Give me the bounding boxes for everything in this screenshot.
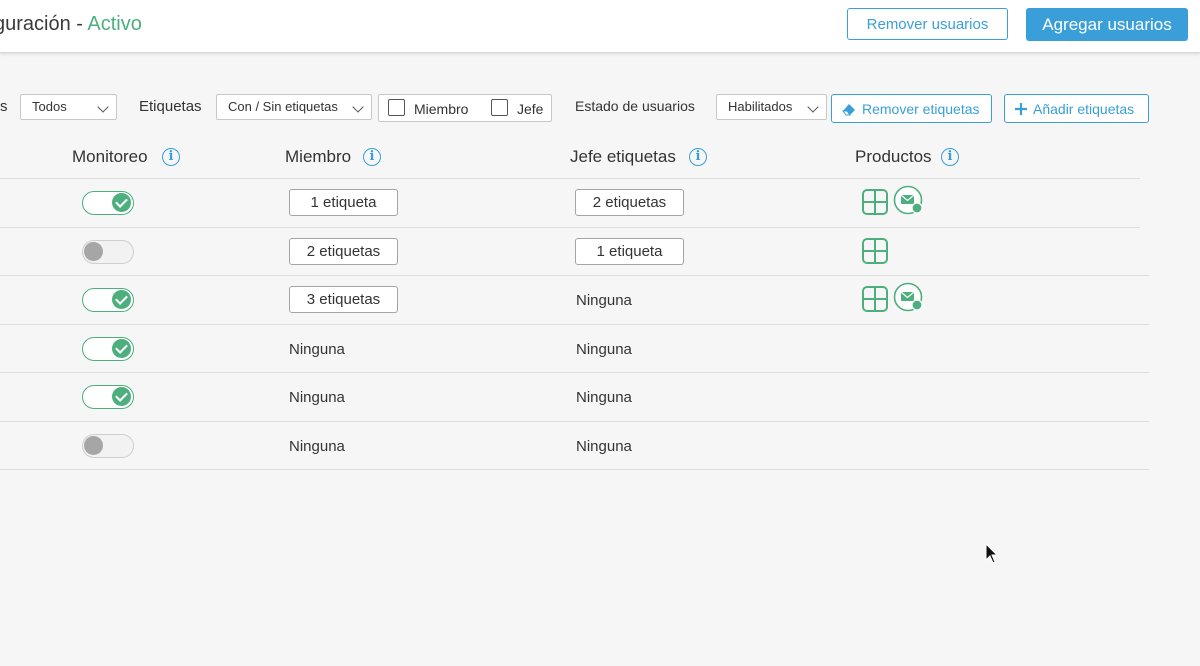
member-checkbox[interactable] <box>388 99 405 116</box>
mouse-pointer-icon <box>985 543 999 564</box>
column-header-monitoring: Monitoreo <box>72 147 148 166</box>
chevron-down-icon <box>807 101 819 113</box>
member-tags-button[interactable]: 2 etiquetas <box>289 237 398 265</box>
info-icon[interactable]: i <box>941 148 959 166</box>
check-icon <box>112 387 131 406</box>
check-icon <box>112 338 131 358</box>
table-row: 1 etiqueta 2 etiquetas <box>0 179 1150 227</box>
boss-checkbox-label: Jefe <box>517 101 544 117</box>
monitoring-toggle[interactable] <box>82 288 134 312</box>
filter-label-fragment: s <box>0 98 8 115</box>
tags-filter-label: Etiquetas <box>139 98 202 115</box>
table-row: Ninguna Ninguna <box>0 325 1150 373</box>
page-title-text: guración - <box>0 13 88 35</box>
user-state-label: Estado de usuarios <box>575 98 695 114</box>
add-tags-button[interactable]: Añadir etiquetas <box>1004 94 1149 123</box>
member-tags-value: Ninguna <box>289 340 345 358</box>
tags-filter-select[interactable]: Con / Sin etiquetas <box>216 94 372 120</box>
chevron-down-icon <box>97 101 109 113</box>
toggle-knob <box>84 435 103 455</box>
monitoring-toggle[interactable] <box>82 239 134 264</box>
boss-tags-button[interactable]: 1 etiqueta <box>575 237 684 265</box>
info-icon[interactable]: i <box>162 148 180 166</box>
boss-tags-button[interactable]: 2 etiquetas <box>575 189 684 216</box>
eraser-icon <box>842 104 855 116</box>
remove-tags-label: Remover etiquetas <box>862 101 980 117</box>
member-checkbox-label: Miembro <box>414 101 469 117</box>
grid-product-icon[interactable] <box>861 237 889 265</box>
table-row: 2 etiquetas 1 etiqueta <box>0 228 1150 276</box>
column-header-products: Productos <box>855 147 932 166</box>
remove-users-button[interactable]: Remover usuarios <box>847 8 1008 40</box>
user-state-select[interactable]: Habilitados <box>716 94 827 120</box>
monitoring-toggle[interactable] <box>82 336 134 361</box>
filter-select-all[interactable]: Todos <box>20 94 117 120</box>
column-header-boss-tags: Jefe etiquetas <box>570 147 676 166</box>
member-tags-button[interactable]: 3 etiquetas <box>289 286 398 313</box>
row-divider <box>0 469 1149 470</box>
check-icon <box>112 290 131 309</box>
boss-tags-value: Ninguna <box>576 292 632 309</box>
member-tags-value: Ninguna <box>289 389 345 406</box>
member-tags-value: Ninguna <box>289 437 345 455</box>
filter-bar: s Todos Etiquetas Con / Sin etiquetas Mi… <box>0 92 1200 124</box>
table-row: Ninguna Ninguna <box>0 373 1150 421</box>
add-tags-label: Añadir etiquetas <box>1033 101 1135 117</box>
grid-product-icon[interactable] <box>861 285 889 313</box>
boss-tags-value: Ninguna <box>576 340 632 358</box>
column-header-member: Miembro <box>285 147 352 166</box>
table-row: 3 etiquetas Ninguna <box>0 276 1150 324</box>
role-checkbox-group: Miembro Jefe <box>378 94 552 122</box>
toggle-knob <box>84 241 103 261</box>
table-row: Ninguna Ninguna <box>0 422 1150 470</box>
add-users-button[interactable]: Agregar usuarios <box>1026 8 1188 41</box>
plus-icon <box>1015 103 1027 115</box>
member-tags-button[interactable]: 1 etiqueta <box>289 189 398 216</box>
mail-product-icon[interactable] <box>893 282 925 314</box>
boss-tags-value: Ninguna <box>576 437 632 455</box>
tags-filter-value: Con / Sin etiquetas <box>228 99 338 114</box>
filter-select-all-value: Todos <box>32 99 67 114</box>
info-icon[interactable]: i <box>689 148 707 166</box>
info-icon[interactable]: i <box>363 148 381 166</box>
page-status: Activo <box>87 13 142 35</box>
monitoring-toggle[interactable] <box>82 191 134 215</box>
grid-product-icon[interactable] <box>861 188 889 216</box>
monitoring-toggle[interactable] <box>82 385 134 409</box>
remove-tags-button[interactable]: Remover etiquetas <box>831 94 992 123</box>
mail-product-icon[interactable] <box>893 185 925 217</box>
boss-tags-value: Ninguna <box>576 389 632 406</box>
top-header: guración - Activo Remover usuarios Agreg… <box>0 0 1200 53</box>
monitoring-toggle[interactable] <box>82 433 134 458</box>
chevron-down-icon <box>352 101 364 113</box>
user-state-value: Habilitados <box>728 99 793 114</box>
page-title: guración - Activo <box>0 13 142 36</box>
check-icon <box>112 193 131 212</box>
boss-checkbox[interactable] <box>491 99 508 116</box>
